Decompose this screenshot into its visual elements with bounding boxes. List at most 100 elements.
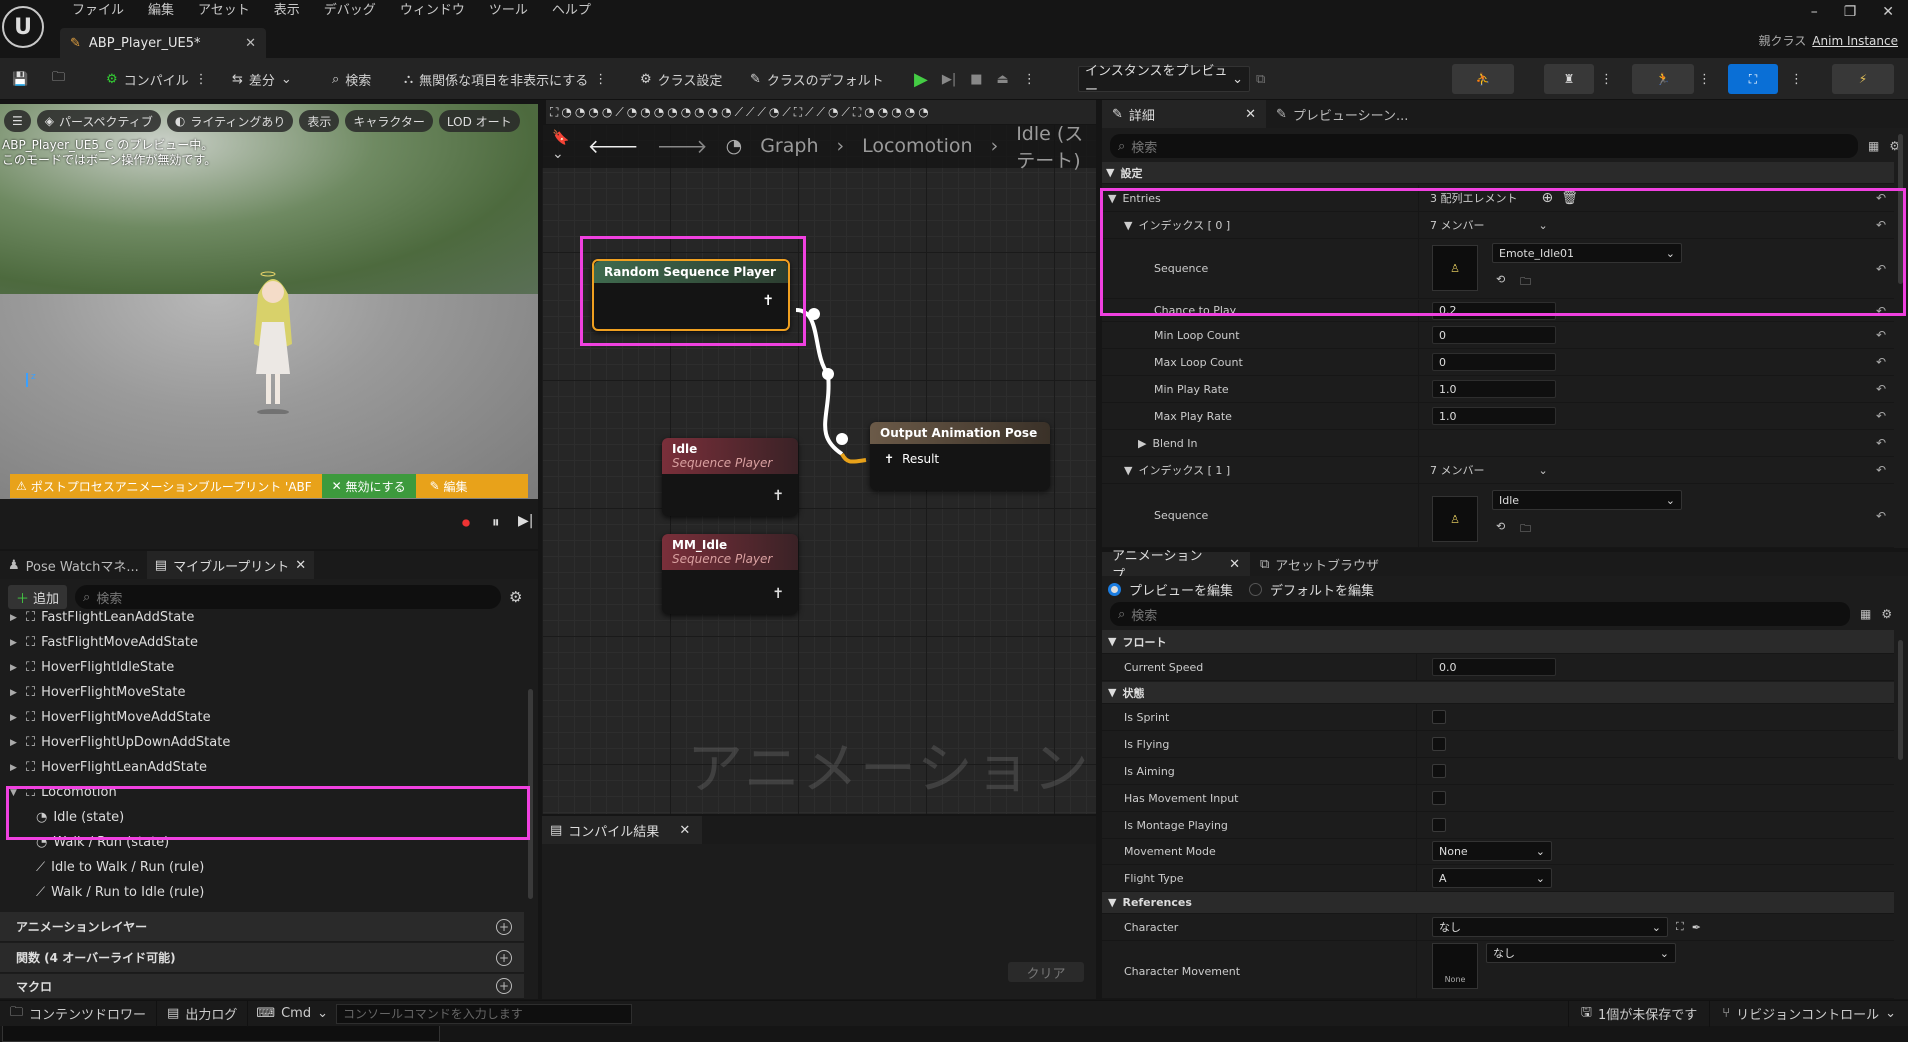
state-tab-icon[interactable]: ◔: [575, 105, 585, 119]
cmd-dropdown[interactable]: ⌨ Cmd ⌄: [248, 1001, 336, 1027]
tree-item[interactable]: ▶ ⛶ HoverFlightMoveState: [0, 680, 520, 705]
collapse-icon[interactable]: ▼: [1124, 464, 1132, 477]
radio-edit-defaults[interactable]: [1249, 583, 1263, 596]
more-icon[interactable]: ⋮: [594, 72, 607, 87]
state-tab-icon[interactable]: ◔: [667, 105, 677, 119]
pose-pin-icon[interactable]: ✝: [772, 488, 784, 504]
max-loop-input[interactable]: 0: [1432, 353, 1556, 371]
sequence-thumbnail[interactable]: ♙: [1432, 496, 1478, 542]
transition-tab-icon[interactable]: ⟋: [757, 105, 765, 120]
expand-icon[interactable]: ▶: [10, 638, 20, 648]
expand-icon[interactable]: ▶: [10, 688, 20, 698]
lod-button[interactable]: LOD オート: [438, 110, 520, 132]
tab-details[interactable]: ✎ 詳細 ✕: [1102, 100, 1266, 128]
more-icon[interactable]: ⋮: [1790, 58, 1803, 100]
step-forward-icon[interactable]: ▶|: [518, 513, 533, 529]
menu-edit[interactable]: 編集: [136, 0, 186, 22]
more-icon[interactable]: ⋮: [195, 72, 208, 87]
close-tab-icon[interactable]: ✕: [1245, 107, 1256, 122]
output-log-button[interactable]: ▤ 出力ログ: [157, 1000, 249, 1027]
expand-icon[interactable]: ▶: [10, 763, 20, 773]
reset-icon[interactable]: ↶: [1876, 509, 1886, 523]
reset-icon[interactable]: ↶: [1876, 382, 1886, 396]
settings-icon[interactable]: ⚙: [509, 588, 522, 606]
tree-item[interactable]: ▶ ⛶ HoverFlightUpDownAddState: [0, 730, 520, 755]
details-search-input[interactable]: ⌕ 検索: [1110, 134, 1858, 158]
section-macros[interactable]: マクロ +: [0, 974, 524, 999]
menu-help[interactable]: ヘルプ: [540, 0, 603, 22]
blueprint-mode-button[interactable]: ⛶: [1728, 64, 1778, 94]
node-mm-idle[interactable]: MM_Idle Sequence Player ✝: [662, 534, 798, 614]
browse-icon[interactable]: 🗀: [52, 58, 65, 100]
eject-icon[interactable]: ⏏: [997, 72, 1009, 87]
anim-preview-scrollbar[interactable]: [1898, 640, 1903, 760]
tab-preview-scene[interactable]: ✎ プレビューシーン...: [1266, 100, 1418, 128]
close-tab-icon[interactable]: ✕: [1229, 557, 1240, 572]
debug-object-icon[interactable]: ⧉: [1256, 72, 1265, 87]
menu-debug[interactable]: デバッグ: [312, 0, 388, 22]
section-state[interactable]: ▼ 状態: [1102, 682, 1894, 704]
lighting-button[interactable]: ◐ ライティングあり: [166, 110, 294, 132]
bool-checkbox[interactable]: [1432, 737, 1446, 751]
tab-pose-watch[interactable]: ♟ Pose Watchマネ...: [0, 551, 147, 579]
use-selected-icon[interactable]: ⟲: [1496, 520, 1505, 533]
radio-edit-preview[interactable]: [1108, 583, 1121, 596]
tree-item[interactable]: ▶ ⛶ HoverFlightIdleState: [0, 655, 520, 680]
parent-class-link[interactable]: Anim Instance: [1812, 34, 1898, 48]
state-tab-icon[interactable]: ◔: [654, 105, 664, 119]
expand-icon[interactable]: ▶: [10, 738, 20, 748]
content-drawer-button[interactable]: 🗀 コンテンツドロワー: [0, 1000, 158, 1027]
menu-tools[interactable]: ツール: [477, 0, 540, 22]
tree-item[interactable]: ⟋ Walk / Run to Idle (rule): [0, 880, 520, 905]
reset-icon[interactable]: ↶: [1876, 463, 1886, 477]
menu-window[interactable]: ウィンドウ: [388, 0, 477, 22]
section-references[interactable]: ▼ References: [1102, 892, 1894, 914]
state-machine-tab-icon[interactable]: ⛶: [794, 105, 802, 120]
record-icon[interactable]: ⏺: [462, 513, 470, 533]
viewport-menu-button[interactable]: ☰: [4, 110, 31, 132]
state-tab-icon[interactable]: ◔: [681, 105, 691, 119]
show-button[interactable]: 表示: [299, 110, 340, 132]
skeleton-mode-button[interactable]: ⛹: [1452, 64, 1514, 94]
reset-icon[interactable]: ↶: [1876, 409, 1886, 423]
character-movement-dropdown[interactable]: なし ⌄: [1486, 943, 1676, 963]
save-icon[interactable]: 💾: [12, 58, 28, 100]
state-tab-icon[interactable]: ◔: [878, 105, 888, 119]
state-tab-icon[interactable]: ◔: [694, 105, 704, 119]
pause-icon[interactable]: ⏸: [492, 513, 500, 531]
transition-tab-icon[interactable]: ⟋: [746, 105, 754, 120]
compile-button[interactable]: ⚙ コンパイル ⋮: [106, 58, 208, 100]
class-defaults-button[interactable]: ✎ クラスのデフォルト: [750, 58, 884, 100]
bool-checkbox[interactable]: [1432, 764, 1446, 778]
state-tab-icon[interactable]: ◔: [864, 105, 874, 119]
state-tab-icon[interactable]: ◔: [561, 105, 571, 119]
transition-tab-icon[interactable]: ⟋: [805, 105, 813, 120]
state-tab-icon[interactable]: ◔: [708, 105, 718, 119]
tab-compile-results[interactable]: ▤ コンパイル結果 ✕: [542, 816, 702, 844]
close-tab-icon[interactable]: ✕: [295, 558, 306, 573]
console-input[interactable]: コンソールコマンドを入力します: [336, 1003, 633, 1024]
state-machine-tab-icon[interactable]: ⛶: [853, 105, 861, 120]
tree-item[interactable]: ▶ ⛶ HoverFlightMoveAddState: [0, 705, 520, 730]
search-button[interactable]: ⌕ 検索: [332, 58, 371, 100]
tree-item[interactable]: ▶ ⛶ HoverFlightLeanAddState: [0, 755, 520, 780]
physics-mode-button[interactable]: ⚡: [1832, 64, 1894, 94]
stop-icon[interactable]: ■: [970, 72, 982, 87]
preview-viewport[interactable]: ☰ ◈ パースペクティブ ◐ ライティングあり 表示 キャラクター LOD オート …: [0, 104, 538, 499]
state-tab-icon[interactable]: ◔: [918, 105, 928, 119]
section-anim-layers[interactable]: アニメーションレイヤー +: [0, 912, 524, 942]
bool-checkbox[interactable]: [1432, 710, 1446, 724]
perspective-button[interactable]: ◈ パースペクティブ: [36, 110, 161, 132]
close-tab-icon[interactable]: ✕: [679, 823, 690, 838]
hide-unrelated-button[interactable]: ⛬ 無関係な項目を非表示にする ⋮: [404, 58, 607, 100]
transition-tab-icon[interactable]: ⟋: [841, 105, 849, 120]
transition-tab-icon[interactable]: ⟋: [782, 105, 790, 120]
more-icon[interactable]: ⋮: [1023, 72, 1036, 87]
menu-file[interactable]: ファイル: [60, 0, 136, 22]
table-view-icon[interactable]: ▦: [1860, 607, 1871, 621]
transition-tab-icon[interactable]: ⟋: [615, 105, 623, 120]
unsaved-button[interactable]: 🖫 1個が未保存です: [1567, 1000, 1709, 1027]
flight-type-dropdown[interactable]: A ⌄: [1432, 868, 1552, 888]
maximize-icon[interactable]: ❐: [1844, 4, 1857, 20]
bool-checkbox[interactable]: [1432, 791, 1446, 805]
